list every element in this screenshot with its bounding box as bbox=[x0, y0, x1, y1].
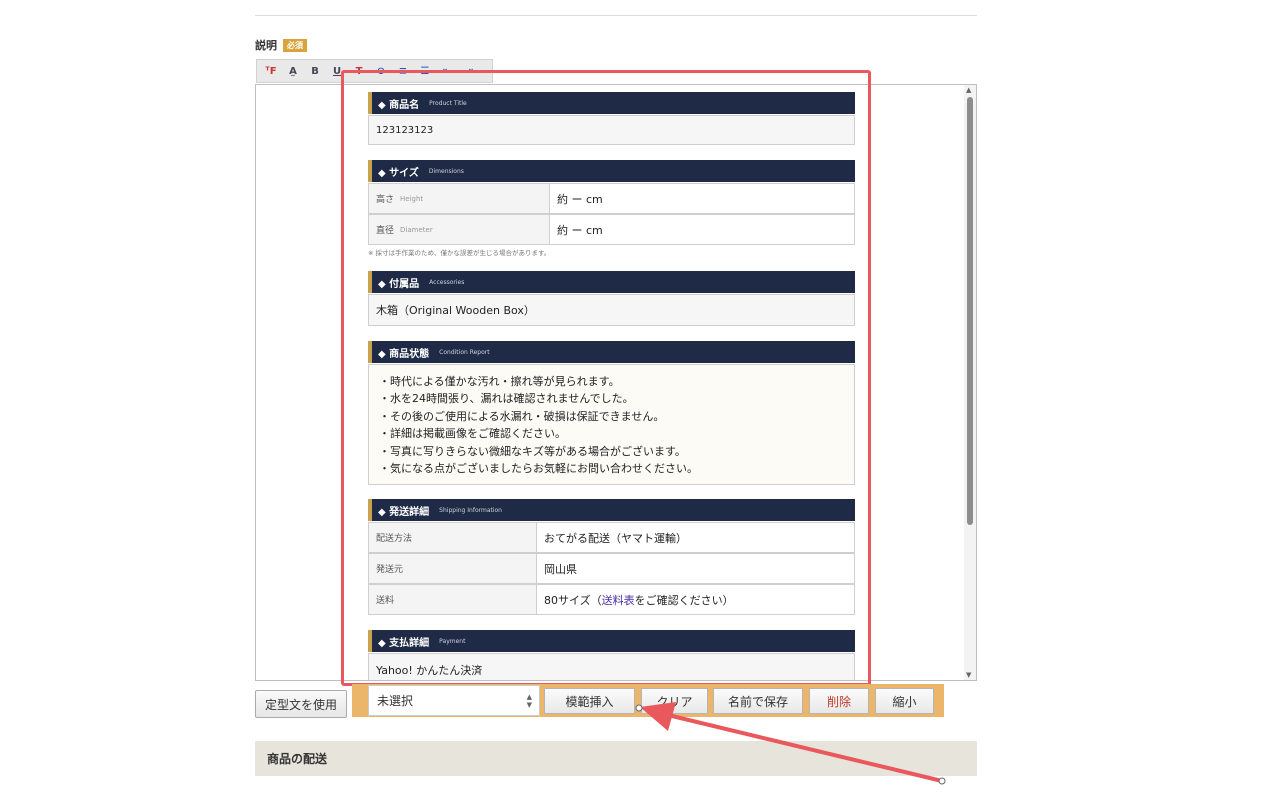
required-badge: 必須 bbox=[283, 38, 307, 52]
bold-icon[interactable]: B bbox=[304, 61, 326, 81]
row-value: 約 ー cm bbox=[557, 192, 603, 206]
section-title: 商品の配送 bbox=[267, 752, 328, 766]
section-subtitle: Dimensions bbox=[428, 167, 464, 175]
row-value: 80サイズ（ 送料表 をご確認ください） bbox=[537, 585, 734, 614]
section-header-shipping: ◆ 発送詳細 Shipping Information bbox=[368, 499, 855, 521]
accessories-value: 木箱（Original Wooden Box） bbox=[368, 294, 855, 326]
section-subtitle: Shipping Information bbox=[439, 506, 502, 514]
text-color-icon[interactable]: A̰ bbox=[282, 61, 304, 81]
row-label: 高さ Height bbox=[369, 184, 550, 213]
align-icon[interactable]: ≡ bbox=[392, 61, 414, 81]
link-icon[interactable]: ⊖ bbox=[370, 61, 392, 81]
row-value: おてがる配送（ヤマト運輸） bbox=[544, 531, 687, 545]
select-value: 未選択 bbox=[377, 694, 414, 708]
clear-button[interactable]: クリア bbox=[641, 688, 708, 714]
section-header-condition: ◆ 商品状態 Condition Report bbox=[368, 341, 855, 363]
section-subtitle: Product Title bbox=[429, 99, 467, 107]
size-row-diameter: 直径 Diameter 約 ー cm bbox=[368, 214, 855, 245]
shipping-row-fee: 送料 80サイズ（ 送料表 をご確認ください） bbox=[368, 584, 855, 615]
scroll-down-icon[interactable]: ▼ bbox=[966, 671, 971, 679]
underline-icon[interactable]: U bbox=[326, 61, 348, 81]
section-title: ◆ 商品状態 bbox=[378, 348, 430, 360]
use-template-button[interactable]: 定型文を使用 bbox=[255, 690, 347, 718]
scroll-thumb[interactable] bbox=[967, 97, 973, 525]
indent-icon[interactable]: ⇤ bbox=[436, 61, 458, 81]
section-header-accessories: ◆ 付属品 Accessories bbox=[368, 271, 855, 293]
row-value: 岡山県 bbox=[544, 562, 577, 576]
product-title-value: 123123123 bbox=[368, 115, 855, 145]
row-label-en: Height bbox=[400, 194, 424, 203]
condition-line: ・写真に写りきらない微細なキズ等がある場合がございます。 bbox=[379, 444, 686, 458]
section-title: ◆ 発送詳細 bbox=[378, 506, 430, 518]
section-title: ◆ サイズ bbox=[378, 167, 419, 179]
condition-report: ・時代による僅かな汚れ・擦れ等が見られます。 ・水を24時間張り、漏れは確認され… bbox=[368, 364, 855, 485]
editor-scrollbar[interactable]: ▲ ▼ bbox=[964, 85, 976, 680]
delete-button[interactable]: 削除 bbox=[809, 688, 869, 714]
row-label-en: Diameter bbox=[400, 225, 433, 234]
insert-example-button[interactable]: 模範挿入 bbox=[544, 688, 635, 714]
description-editor[interactable]: ◆ 商品名 Product Title 123123123 ◆ サイズ Dime… bbox=[255, 84, 977, 681]
row-label: 発送元 bbox=[369, 554, 537, 583]
list-icon[interactable]: ☰ bbox=[414, 61, 436, 81]
section-subtitle: Accessories bbox=[429, 278, 465, 286]
payment-value: Yahoo! かんたん決済 bbox=[368, 653, 855, 680]
section-title: ◆ 支払詳細 bbox=[378, 637, 430, 649]
template-select[interactable]: 未選択 ▲ ▼ bbox=[368, 685, 540, 716]
editor-content: ◆ 商品名 Product Title 123123123 ◆ サイズ Dime… bbox=[368, 85, 855, 680]
section-header-size: ◆ サイズ Dimensions bbox=[368, 160, 855, 182]
shipping-row-method: 配送方法 おてがる配送（ヤマト運輸） bbox=[368, 522, 855, 553]
text-highlight-icon[interactable]: T bbox=[348, 61, 370, 81]
section-subtitle: Condition Report bbox=[439, 348, 490, 356]
outdent-icon[interactable]: ⇥ bbox=[458, 61, 480, 81]
description-title: 説明 bbox=[255, 39, 277, 52]
row-label-text: 直径 bbox=[376, 226, 395, 236]
condition-line: ・水を24時間張り、漏れは確認されませんでした。 bbox=[379, 392, 634, 406]
font-icon[interactable]: ᵀF bbox=[260, 61, 282, 81]
condition-line: ・詳細は掲載画像をご確認ください。 bbox=[379, 427, 566, 441]
shipping-row-origin: 発送元 岡山県 bbox=[368, 553, 855, 584]
section-title: ◆ 付属品 bbox=[378, 278, 420, 290]
editor-toolbar: ᵀF A̰ B U T ⊖ ≡ ☰ ⇤ ⇥ bbox=[256, 59, 493, 83]
size-row-height: 高さ Height 約 ー cm bbox=[368, 183, 855, 214]
save-as-button[interactable]: 名前で保存 bbox=[713, 688, 803, 714]
row-label: 送料 bbox=[369, 585, 537, 614]
fee-prefix: 80サイズ（ bbox=[544, 593, 602, 607]
condition-line: ・気になる点がございましたらお気軽にお問い合わせください。 bbox=[379, 462, 698, 476]
condition-line: ・時代による僅かな汚れ・擦れ等が見られます。 bbox=[379, 375, 620, 388]
top-divider bbox=[255, 15, 977, 16]
section-subtitle: Payment bbox=[439, 637, 466, 645]
shrink-button[interactable]: 縮小 bbox=[875, 688, 934, 714]
description-label: 説明 必須 bbox=[255, 37, 307, 53]
section-header-payment: ◆ 支払詳細 Payment bbox=[368, 630, 855, 652]
row-label-text: 高さ bbox=[376, 195, 395, 205]
condition-line: ・その後のご使用による水漏れ・破損は保証できません。 bbox=[379, 409, 665, 423]
size-note: ※ 採寸は手作業のため、僅かな誤差が生じる場合があります。 bbox=[368, 249, 551, 257]
shipping-fee-link[interactable]: 送料表 bbox=[602, 592, 635, 608]
row-label: 直径 Diameter bbox=[369, 215, 550, 244]
fee-suffix: をご確認ください） bbox=[634, 593, 734, 607]
select-arrows-icon: ▲ ▼ bbox=[526, 693, 532, 709]
section-title: ◆ 商品名 bbox=[378, 99, 420, 111]
row-value: 約 ー cm bbox=[557, 223, 603, 237]
row-label: 配送方法 bbox=[369, 523, 537, 552]
section-header-product: ◆ 商品名 Product Title bbox=[368, 92, 855, 114]
scroll-up-icon[interactable]: ▲ bbox=[966, 86, 971, 94]
shipping-section-header: 商品の配送 bbox=[255, 741, 977, 776]
